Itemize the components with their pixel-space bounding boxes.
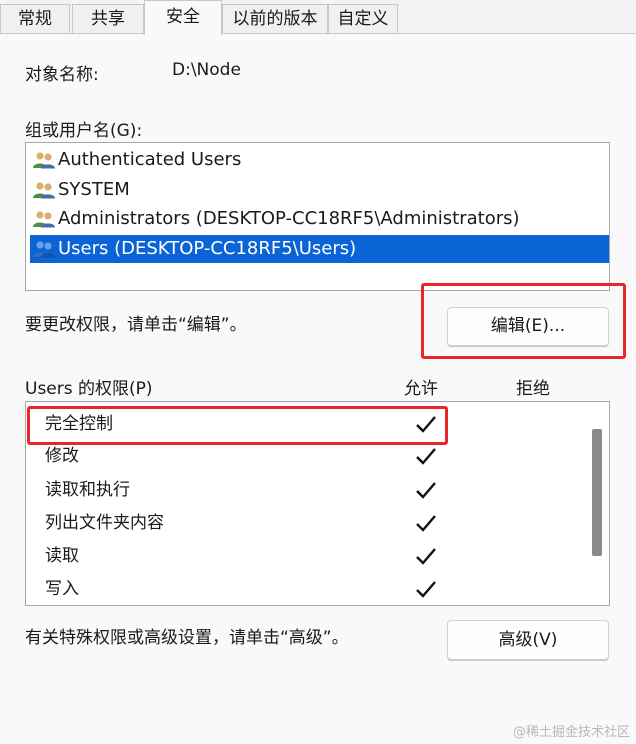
edit-button[interactable]: 编辑(E)...	[447, 307, 609, 346]
group-item-label: SYSTEM	[58, 179, 130, 200]
group-item-administrators[interactable]: Administrators (DESKTOP-CC18RF5\Administ…	[30, 205, 609, 233]
tab-previous-versions[interactable]: 以前的版本	[222, 4, 328, 33]
permissions-scrollbar[interactable]	[587, 402, 609, 605]
group-item-label: Authenticated Users	[58, 149, 242, 170]
checkmark-icon	[416, 581, 436, 598]
users-icon	[33, 182, 55, 199]
checkmark-icon	[416, 515, 436, 532]
users-icon	[33, 211, 55, 228]
permission-row-read: 读取	[26, 540, 586, 572]
allow-column-header: 允许	[404, 379, 438, 399]
tab-customize[interactable]: 自定义	[328, 4, 398, 33]
group-item-system[interactable]: SYSTEM	[30, 176, 609, 204]
object-name-label: 对象名称:	[25, 65, 99, 85]
permission-name: 列出文件夹内容	[45, 513, 164, 533]
group-list-label: 组或用户名(G):	[25, 121, 143, 141]
edit-hint: 要更改权限，请单击“编辑”。	[25, 315, 247, 335]
full-control-highlight-box	[27, 406, 448, 445]
permission-name: 读取和执行	[45, 480, 130, 500]
checkmark-icon	[416, 548, 436, 565]
tab-general[interactable]: 常规	[0, 4, 70, 33]
object-name-value: D:\Node	[172, 60, 241, 80]
group-item-users[interactable]: Users (DESKTOP-CC18RF5\Users)	[30, 235, 609, 263]
tab-sharing[interactable]: 共享	[72, 4, 144, 33]
checkmark-icon	[416, 482, 436, 499]
group-item-label: Administrators (DESKTOP-CC18RF5\Administ…	[58, 208, 520, 229]
group-item-authenticated-users[interactable]: Authenticated Users	[30, 146, 609, 174]
permission-row-list-folder: 列出文件夹内容	[26, 507, 586, 539]
permission-name: 读取	[45, 546, 79, 566]
group-item-label: Users (DESKTOP-CC18RF5\Users)	[58, 238, 357, 259]
users-icon	[33, 241, 55, 258]
advanced-button[interactable]: 高级(V)	[447, 620, 609, 660]
permissions-title: Users 的权限(P)	[25, 379, 153, 399]
group-user-list[interactable]: Authenticated Users SYSTEM Administrator…	[25, 142, 610, 291]
watermark-text: @稀土掘金技术社区	[512, 725, 630, 740]
tab-divider	[0, 33, 636, 34]
scrollbar-thumb[interactable]	[592, 429, 602, 556]
checkmark-icon	[416, 448, 436, 465]
advanced-hint: 有关特殊权限或高级设置，请单击“高级”。	[25, 628, 349, 648]
users-icon	[33, 152, 55, 169]
deny-column-header: 拒绝	[516, 379, 550, 399]
permission-row-read-execute: 读取和执行	[26, 474, 586, 506]
permission-row-write: 写入	[26, 573, 586, 605]
permission-name: 写入	[45, 579, 79, 599]
tab-security[interactable]: 安全	[144, 0, 222, 35]
